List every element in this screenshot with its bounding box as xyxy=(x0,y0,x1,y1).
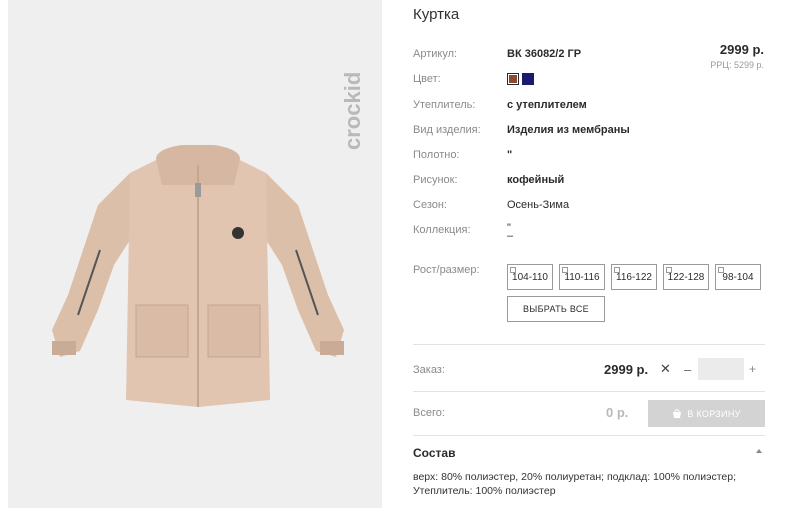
divider xyxy=(413,344,765,345)
size-option-label: 122-128 xyxy=(667,271,705,283)
size-checkbox[interactable] xyxy=(510,267,516,273)
total-value: 0 р. xyxy=(606,405,629,420)
collection-label: Коллекция: xyxy=(413,224,471,236)
product-image-panel: crockid xyxy=(8,0,382,508)
color-swatches xyxy=(507,73,534,85)
cart-icon xyxy=(673,408,682,418)
fabric-label: Полотно: xyxy=(413,149,460,161)
quantity-input[interactable] xyxy=(698,358,744,380)
add-to-cart-label: В КОРЗИНУ xyxy=(687,408,741,419)
order-label: Заказ: xyxy=(413,364,445,376)
size-checkbox[interactable] xyxy=(562,267,568,273)
pattern-value: кофейный xyxy=(507,174,565,186)
color-swatch-navy[interactable] xyxy=(522,73,534,85)
chevron-up-icon[interactable] xyxy=(754,446,764,456)
size-options: 104-110 110-116 116-122 122-128 98-104 xyxy=(507,264,761,290)
fabric-value: " xyxy=(507,149,513,161)
insulation-value: с утеплителем xyxy=(507,99,587,111)
size-option-116-122[interactable]: 116-122 xyxy=(611,264,657,290)
size-option-label: 116-122 xyxy=(616,271,652,283)
size-option-104-110[interactable]: 104-110 xyxy=(507,264,553,290)
size-checkbox[interactable] xyxy=(666,267,672,273)
brand-logo-text: crockid xyxy=(340,72,365,150)
type-label: Вид изделия: xyxy=(413,124,481,136)
article-value: ВК 36082/2 ГР xyxy=(507,48,582,60)
type-value: Изделия из мембраны xyxy=(507,124,630,136)
size-option-label: 98-104 xyxy=(722,271,754,283)
divider xyxy=(413,391,765,392)
collection-value-2: – xyxy=(507,230,514,242)
season-label: Сезон: xyxy=(413,199,447,211)
product-title: Куртка xyxy=(413,6,460,23)
season-value: Осень-Зима xyxy=(507,199,570,211)
increment-button[interactable]: + xyxy=(749,362,756,376)
add-to-cart-button[interactable]: В КОРЗИНУ xyxy=(648,400,765,427)
composition-line-1: верх: 80% полиэстер, 20% полиуретан; под… xyxy=(413,471,736,483)
composition-title[interactable]: Состав xyxy=(413,446,455,460)
select-all-button[interactable]: ВЫБРАТЬ ВСЕ xyxy=(507,296,605,322)
article-label: Артикул: xyxy=(413,48,458,60)
size-checkbox[interactable] xyxy=(614,267,620,273)
product-rrp: РРЦ: 5299 р. xyxy=(710,60,764,70)
composition-text: верх: 80% полиэстер, 20% полиуретан; под… xyxy=(413,470,773,498)
product-price: 2999 р. xyxy=(719,42,764,57)
size-option-98-104[interactable]: 98-104 xyxy=(715,264,761,290)
composition-line-2: Утеплитель: 100% полиэстер xyxy=(413,485,556,497)
size-checkbox[interactable] xyxy=(718,267,724,273)
color-label: Цвет: xyxy=(413,73,441,85)
size-option-122-128[interactable]: 122-128 xyxy=(663,264,709,290)
total-label: Всего: xyxy=(413,407,445,419)
times-icon: ✕ xyxy=(660,361,671,376)
size-option-110-116[interactable]: 110-116 xyxy=(559,264,605,290)
pattern-label: Рисунок: xyxy=(413,174,458,186)
brand-logo: crockid xyxy=(338,20,368,160)
order-price: 2999 р. xyxy=(604,362,649,377)
size-option-label: 104-110 xyxy=(512,271,548,283)
decrement-button[interactable]: – xyxy=(684,362,691,377)
color-swatch-brown[interactable] xyxy=(507,73,519,85)
jacket-image xyxy=(52,145,344,407)
size-label: Рост/размер: xyxy=(413,264,480,276)
size-option-label: 110-116 xyxy=(564,271,600,283)
insulation-label: Утеплитель: xyxy=(413,99,476,111)
divider xyxy=(413,435,765,436)
